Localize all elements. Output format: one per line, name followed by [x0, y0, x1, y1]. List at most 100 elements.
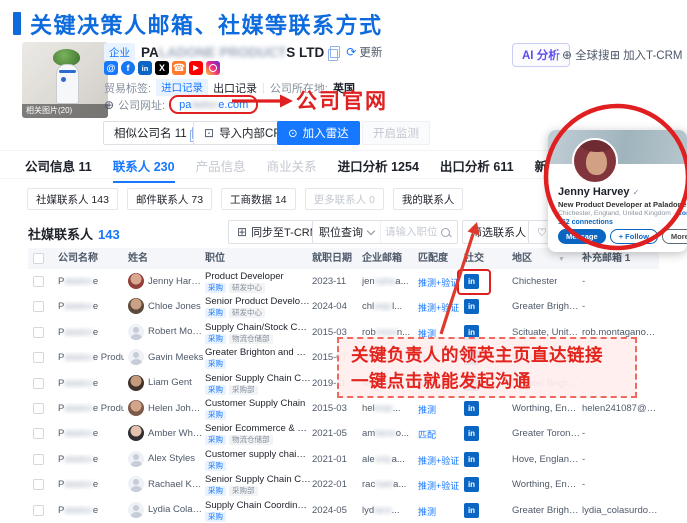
contact-avatar: [128, 451, 144, 467]
refresh-button[interactable]: ⟳更新: [346, 44, 382, 60]
cell-region: Hove, England, Uni...: [512, 454, 580, 465]
cell-hire-date: 2023-11: [312, 276, 346, 287]
linkedin-profile-icon[interactable]: [464, 274, 479, 289]
cell-name: Alex Styles: [128, 451, 195, 467]
facebook-icon[interactable]: [121, 61, 135, 75]
x-twitter-icon[interactable]: [155, 61, 169, 75]
youtube-icon[interactable]: [189, 61, 203, 75]
col-social: 社交: [464, 248, 484, 269]
subtab-registry-data[interactable]: 工商数据 14: [221, 188, 296, 210]
website-icon[interactable]: [104, 61, 118, 75]
phone-icon[interactable]: [172, 61, 186, 75]
instagram-icon[interactable]: [206, 61, 220, 75]
subtab-email-contacts[interactable]: 邮件联系人 73: [127, 188, 212, 210]
join-radar-button[interactable]: ⊙加入雷达: [277, 121, 360, 145]
row-checkbox[interactable]: [33, 479, 44, 490]
row-checkbox[interactable]: [33, 428, 44, 439]
export-record-tag[interactable]: 出口记录: [213, 80, 257, 96]
position-tags: 采购物流仓储部: [205, 435, 311, 445]
row-checkbox[interactable]: [33, 454, 44, 465]
table-row[interactable]: Paladone Amber Whitty Senior Ecommerce &…: [28, 421, 659, 447]
table-row[interactable]: Paladone Jenny Harvey Product Developer采…: [28, 269, 659, 295]
filter-funnel-icon[interactable]: ▼: [558, 249, 565, 270]
search-icon[interactable]: [441, 228, 450, 237]
cell-match-degree: 推测+验证: [418, 454, 459, 467]
row-checkbox[interactable]: [33, 327, 44, 338]
linkedin-profile-icon[interactable]: [464, 452, 479, 467]
profile-connections: 152 connections: [558, 219, 613, 226]
subtab-my-contacts[interactable]: 我的联系人: [393, 188, 464, 210]
cell-match-degree: 匹配: [418, 428, 436, 441]
position-tag: 采购: [205, 512, 226, 522]
company-redacted: aladon: [64, 454, 93, 465]
cell-position: Product Developer采购研发中心: [205, 271, 311, 293]
cell-company: Paladone Produc...: [58, 352, 124, 363]
start-monitor-button[interactable]: 开启监测: [362, 121, 430, 145]
cell-company: Paladone: [58, 378, 98, 389]
more-button[interactable]: More: [662, 229, 687, 244]
follow-button[interactable]: + Follow: [610, 229, 658, 244]
contact-info-link[interactable]: Contact info: [677, 210, 687, 217]
linkedin-profile-icon[interactable]: [464, 503, 479, 518]
linkedin-icon[interactable]: [138, 61, 152, 75]
position-search-input[interactable]: [381, 226, 441, 238]
table-row[interactable]: Paladone Chloe Jones Senior Product Deve…: [28, 294, 659, 320]
select-all-checkbox[interactable]: [33, 253, 44, 264]
position-tags: 采购: [205, 359, 311, 369]
table-row[interactable]: Paladone Rachael Kelly Senior Supply Cha…: [28, 472, 659, 498]
cell-extra-email: -: [582, 428, 585, 439]
subtab-more-contacts[interactable]: 更多联系人 0: [305, 188, 384, 210]
cell-hire-date: 2024-04: [312, 301, 347, 312]
subtab-bar: 社媒联系人 143 邮件联系人 73 工商数据 14 更多联系人 0 我的联系人: [27, 188, 463, 210]
cell-company-email: lydiaco...: [362, 505, 400, 516]
cell-company: Paladone: [58, 505, 98, 516]
cell-position: Customer supply chain coordinator采购: [205, 449, 311, 471]
divider: |: [262, 82, 265, 94]
company-photo[interactable]: 相关图片(20): [22, 42, 108, 118]
divider: [602, 48, 603, 60]
company-website-link[interactable]: paladone.com: [169, 95, 258, 114]
row-checkbox[interactable]: [33, 352, 44, 363]
tcrm-icon: ⊞: [610, 48, 620, 62]
cell-extra-email: -: [582, 479, 585, 490]
cell-position: Senior Product Developer采购研发中心: [205, 296, 311, 318]
message-button[interactable]: Message: [558, 229, 606, 244]
title-accent-bar: [13, 12, 21, 35]
row-checkbox[interactable]: [33, 378, 44, 389]
position-tag: 物流仓储部: [229, 435, 273, 445]
row-checkbox[interactable]: [33, 301, 44, 312]
globe-icon: ⊕: [562, 48, 572, 62]
table-row[interactable]: Paladone Produc... Helen Johnstone Custo…: [28, 396, 659, 422]
position-query-dropdown[interactable]: 职位查询: [313, 221, 381, 243]
row-checkbox[interactable]: [33, 403, 44, 414]
cell-match-degree: 推测+验证: [418, 276, 459, 289]
cell-name: Gavin Meeks: [128, 349, 203, 365]
linkedin-profile-icon[interactable]: [464, 299, 479, 314]
linkedin-profile-icon[interactable]: [464, 401, 479, 416]
row-checkbox[interactable]: [33, 505, 44, 516]
copy-icon[interactable]: [330, 46, 340, 58]
row-checkbox[interactable]: [33, 276, 44, 287]
company-name-redacted: LADONE PRODUCT: [159, 45, 287, 60]
table-row[interactable]: Paladone Lydia Colasurdo Supply Chain Co…: [28, 498, 659, 523]
linkedin-profile-icon[interactable]: [464, 426, 479, 441]
cell-social: [464, 274, 479, 289]
cell-extra-email: -: [582, 301, 585, 312]
subtab-social-contacts[interactable]: 社媒联系人 143: [27, 188, 118, 210]
position-tag: 研发中心: [229, 283, 265, 293]
contact-avatar: [128, 425, 144, 441]
profile-avatar: [572, 138, 618, 184]
cell-position: Customer Supply Chain采购: [205, 398, 311, 420]
company-redacted: aladon: [64, 301, 93, 312]
join-tcrm-button[interactable]: ⊞加入T-CRM: [610, 47, 682, 63]
linkedin-profile-icon[interactable]: [464, 477, 479, 492]
contact-avatar: [128, 502, 144, 518]
col-position: 职位: [205, 248, 225, 269]
company-redacted: aladon: [64, 403, 93, 414]
cell-company: Paladone: [58, 276, 98, 287]
table-row[interactable]: Paladone Alex Styles Customer supply cha…: [28, 447, 659, 473]
cell-region: Greater Brighton a...: [512, 505, 580, 516]
section-count: 143: [98, 227, 120, 242]
import-record-tag[interactable]: 进口记录: [156, 79, 208, 96]
position-tag: 研发中心: [229, 308, 265, 318]
